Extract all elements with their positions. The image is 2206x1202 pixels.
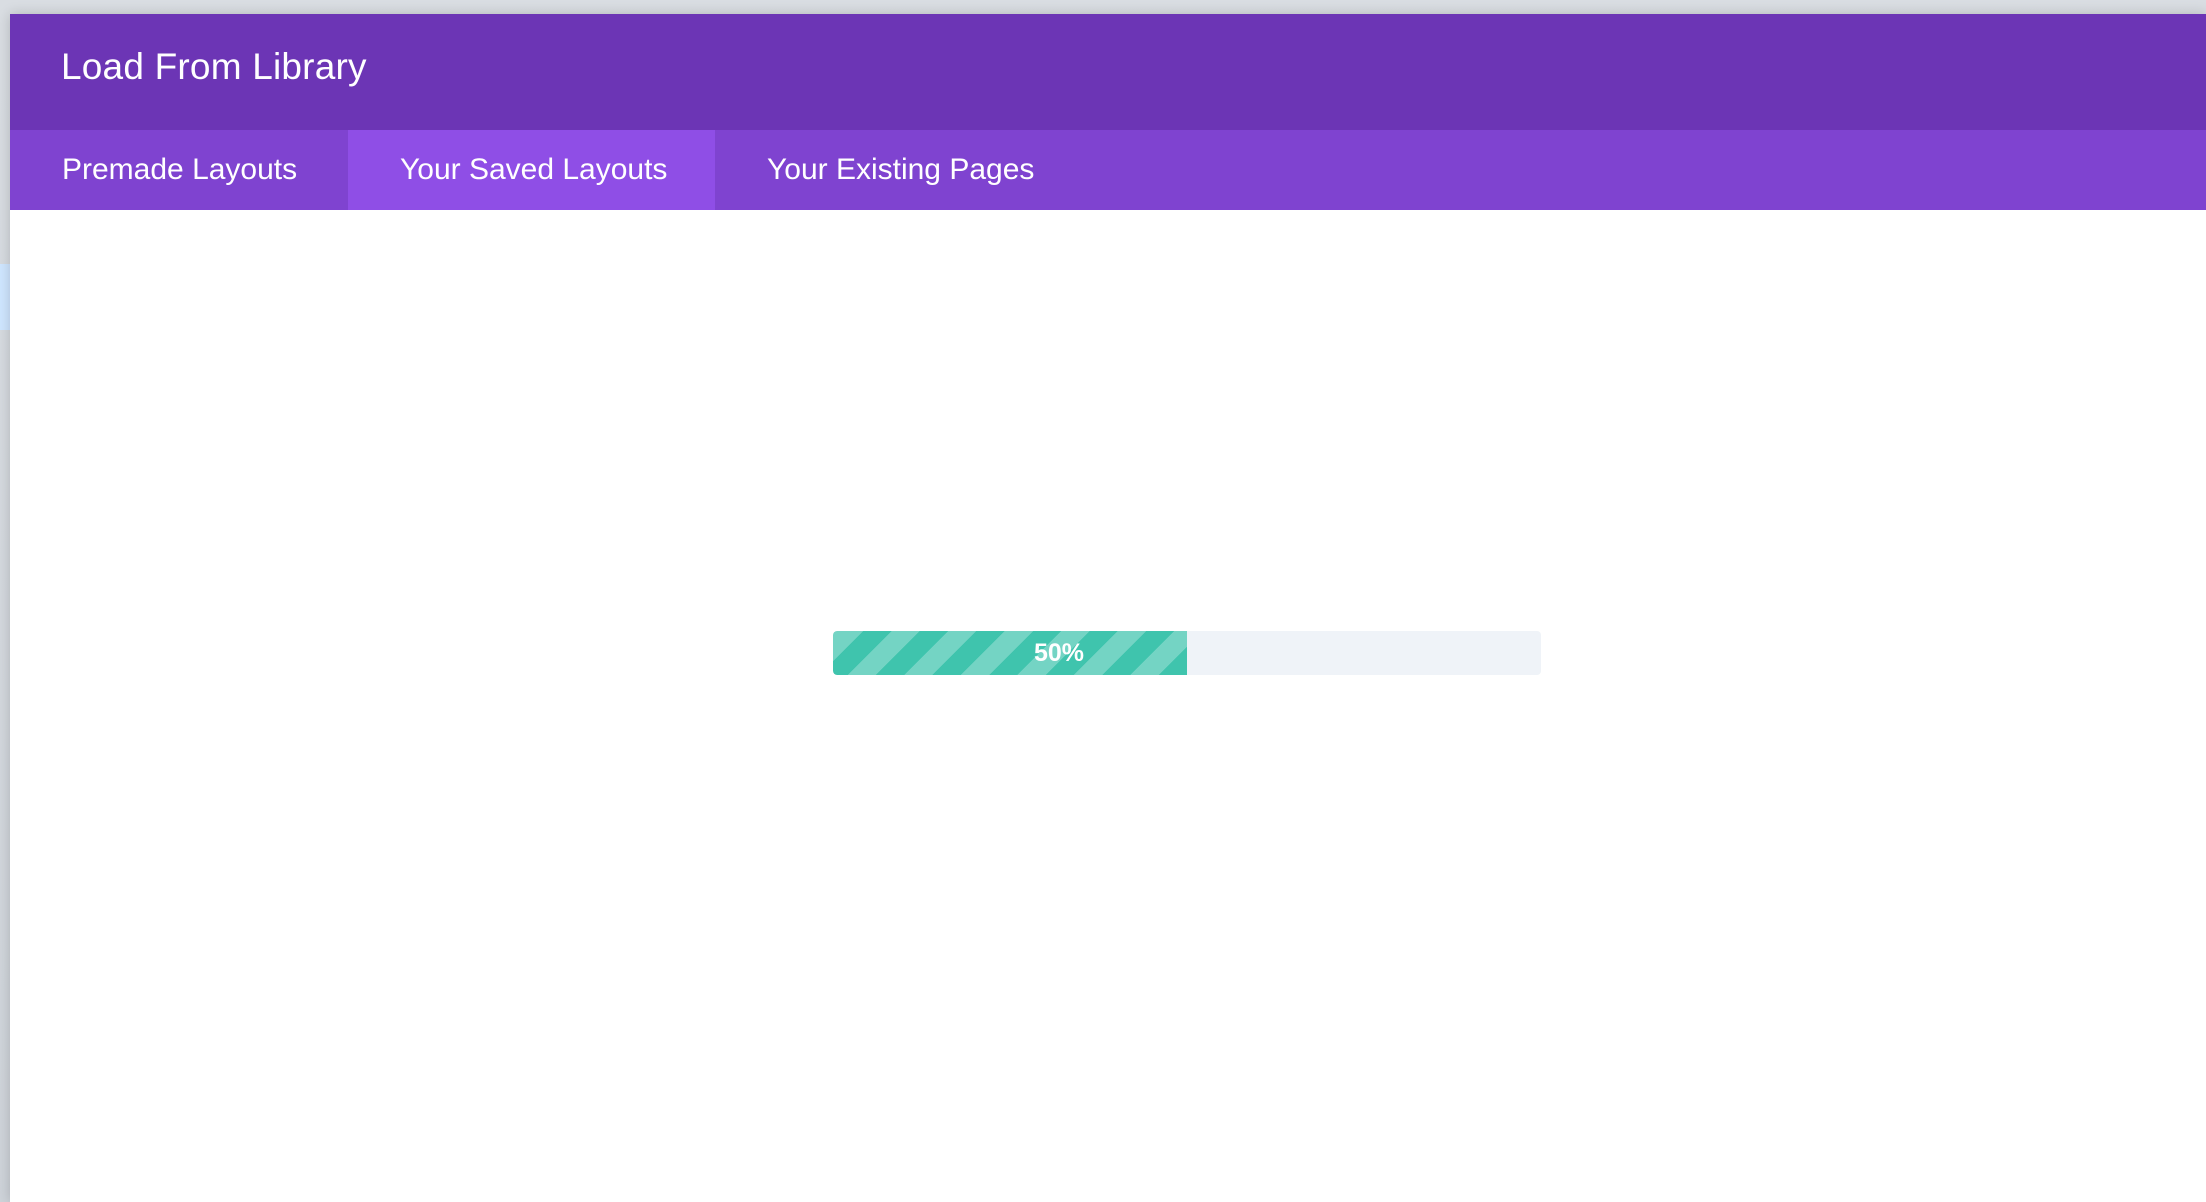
library-content: 50% <box>10 210 2206 1202</box>
tab-label: Premade Layouts <box>62 153 298 186</box>
progress-percent-text: 50% <box>1033 638 1085 667</box>
tab-premade-layouts[interactable]: Premade Layouts <box>10 130 348 210</box>
load-from-library-modal: Load From Library Premade Layouts Your S… <box>10 14 2206 1202</box>
tab-your-saved-layouts[interactable]: Your Saved Layouts <box>348 130 715 210</box>
library-tabs: Premade Layouts Your Saved Layouts Your … <box>10 130 2206 210</box>
modal-title: Load From Library <box>61 46 367 87</box>
backdrop-highlight <box>0 264 10 330</box>
progress-percent-label: 50% <box>833 631 1541 675</box>
tab-label: Your Existing Pages <box>767 153 1035 186</box>
tab-label: Your Saved Layouts <box>400 153 668 186</box>
modal-header: Load From Library <box>10 14 2206 130</box>
loading-progress-bar: 50% <box>833 631 1541 675</box>
tab-your-existing-pages[interactable]: Your Existing Pages <box>715 130 1091 210</box>
